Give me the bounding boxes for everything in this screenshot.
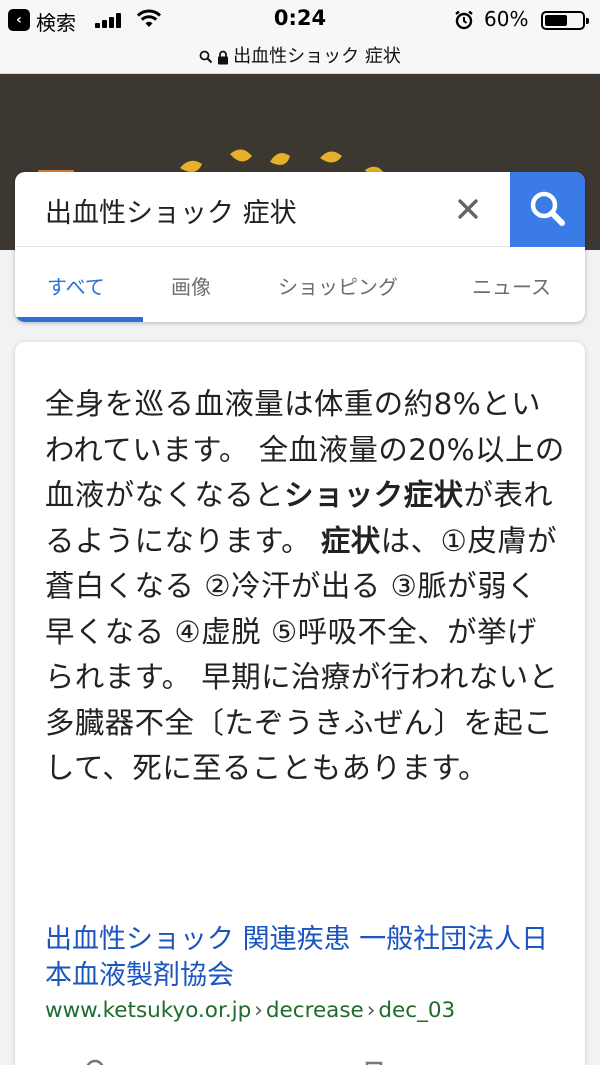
tab-shopping[interactable]: ショッピング [278, 271, 398, 300]
url-bar-title: 出血性ショック 症状 [233, 46, 401, 67]
url-path: decrease [265, 998, 364, 1023]
search-tabs: すべて 画像 ショッピング ニュース [15, 247, 585, 322]
result-title-link[interactable]: 出血性ショック 関連疾患 一般社団法人日本血液製剤協会 [45, 922, 565, 994]
search-card: すべて 画像 ショッピング ニュース [15, 172, 585, 322]
search-row [15, 172, 585, 247]
help-icon [86, 1059, 104, 1065]
featured-snippet-card: 全身を巡る血液量は体重の約8%といわれています。 全血液量の20%以上の血液がな… [15, 342, 585, 1065]
snippet-highlight: ショック症状 [284, 478, 464, 512]
search-small-icon [199, 50, 213, 64]
url-path: dec_03 [378, 998, 456, 1023]
search-button[interactable] [510, 172, 585, 247]
snippet-part: は、①皮膚が蒼白くなる ②冷汗が出る ③脈が弱く早くなる ④虚脱 ⑤呼吸不全、が… [45, 523, 559, 786]
search-input[interactable] [45, 190, 445, 230]
lock-icon [218, 50, 229, 64]
tab-news[interactable]: ニュース [472, 271, 551, 300]
battery-icon [541, 11, 589, 30]
url-separator: › [366, 998, 376, 1023]
snippet-text: 全身を巡る血液量は体重の約8%といわれています。 全血液量の20%以上の血液がな… [45, 382, 565, 792]
status-bar: ‹ 検索 0:24 60% [0, 0, 600, 40]
active-tab-indicator [15, 317, 143, 322]
url-bar[interactable]: 出血性ショック 症状 [0, 40, 600, 74]
result-url[interactable]: www.ketsukyo.or.jp › decrease › dec_03 [45, 998, 575, 1023]
snippet-footer-icons [86, 1059, 383, 1065]
tab-all[interactable]: すべて [47, 271, 105, 300]
battery-percent: 60% [484, 7, 529, 31]
tab-images[interactable]: 画像 [171, 271, 211, 300]
url-domain: www.ketsukyo.or.jp [45, 998, 252, 1023]
snippet-highlight: 症状 [320, 523, 381, 558]
alarm-icon [455, 10, 473, 30]
clear-icon[interactable] [453, 194, 483, 224]
search-icon [530, 191, 565, 226]
url-separator: › [254, 998, 263, 1023]
